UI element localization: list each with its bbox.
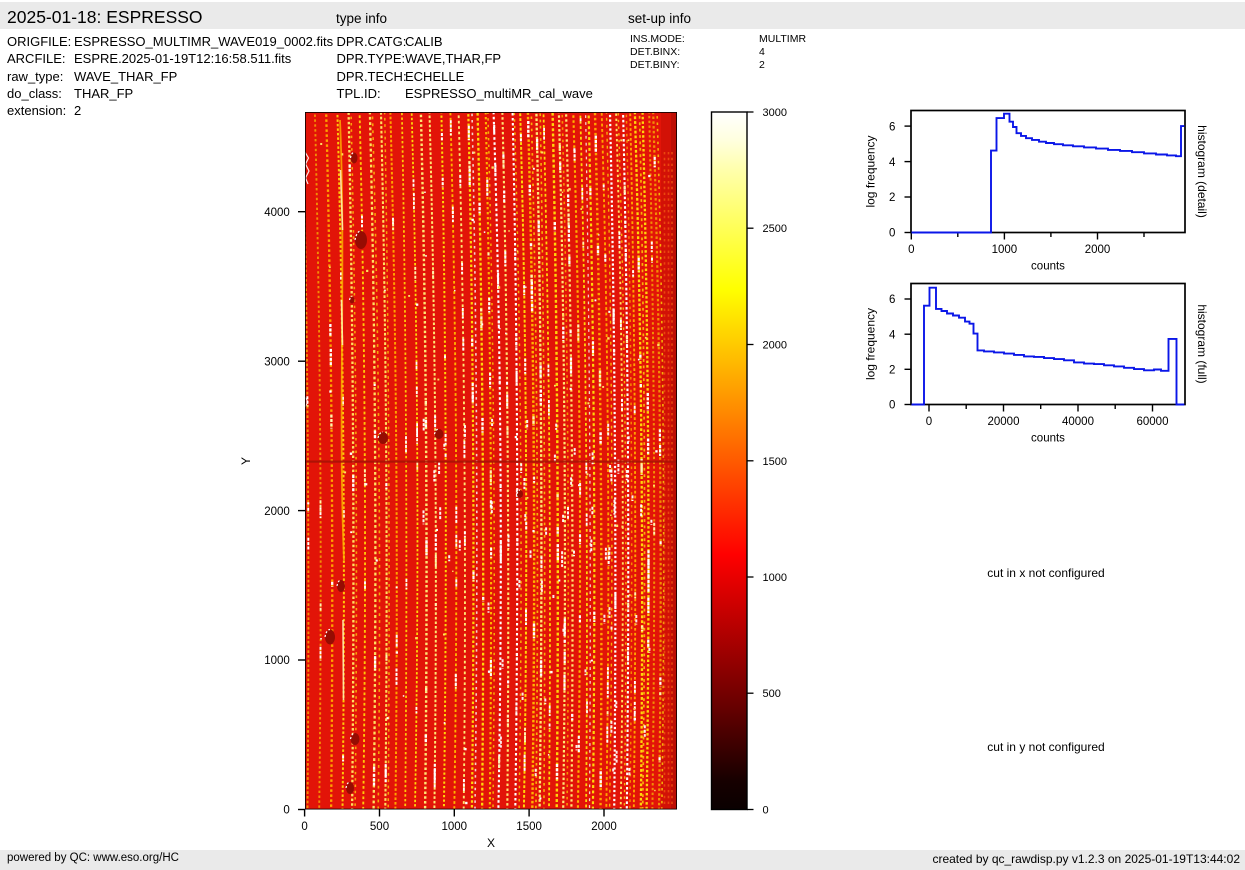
svg-text:Y: Y — [239, 457, 253, 465]
svg-text:500: 500 — [370, 821, 389, 833]
svg-text:40000: 40000 — [1062, 416, 1094, 428]
svg-text:4: 4 — [889, 157, 896, 169]
svg-text:1500: 1500 — [516, 821, 542, 833]
svg-text:2: 2 — [889, 192, 895, 204]
svg-text:histogram (full): histogram (full) — [1195, 304, 1209, 383]
svg-text:500: 500 — [763, 688, 781, 700]
svg-text:histogram (detail): histogram (detail) — [1195, 125, 1209, 218]
svg-text:0: 0 — [889, 228, 895, 240]
svg-text:counts: counts — [1031, 261, 1065, 273]
svg-text:6: 6 — [889, 294, 895, 306]
svg-text:4000: 4000 — [264, 207, 290, 219]
svg-text:cut in x not configured: cut in x not configured — [987, 566, 1104, 580]
svg-text:log frequency: log frequency — [864, 308, 878, 380]
svg-text:2000: 2000 — [1085, 244, 1111, 256]
svg-text:2000: 2000 — [591, 821, 617, 833]
svg-text:6: 6 — [889, 121, 895, 133]
svg-text:4: 4 — [889, 329, 896, 341]
svg-text:1000: 1000 — [442, 821, 468, 833]
svg-text:log frequency: log frequency — [864, 135, 878, 207]
svg-text:2000: 2000 — [763, 340, 787, 352]
svg-text:60000: 60000 — [1137, 416, 1169, 428]
svg-text:1500: 1500 — [763, 456, 787, 468]
svg-text:0: 0 — [908, 244, 914, 256]
svg-text:3000: 3000 — [264, 356, 290, 368]
svg-text:0: 0 — [283, 805, 289, 817]
svg-text:X: X — [487, 836, 495, 850]
svg-text:0: 0 — [301, 821, 307, 833]
svg-text:cut in y not configured: cut in y not configured — [987, 740, 1104, 754]
svg-text:0: 0 — [889, 400, 895, 412]
svg-text:1000: 1000 — [992, 244, 1018, 256]
svg-text:2000: 2000 — [264, 506, 290, 518]
svg-text:1000: 1000 — [264, 655, 290, 667]
svg-text:1000: 1000 — [763, 572, 787, 584]
svg-text:0: 0 — [926, 416, 932, 428]
svg-text:counts: counts — [1031, 433, 1065, 445]
svg-text:2: 2 — [889, 365, 895, 377]
svg-text:3000: 3000 — [763, 107, 787, 119]
svg-text:0: 0 — [763, 805, 769, 817]
svg-text:2500: 2500 — [763, 223, 787, 235]
svg-text:20000: 20000 — [988, 416, 1020, 428]
